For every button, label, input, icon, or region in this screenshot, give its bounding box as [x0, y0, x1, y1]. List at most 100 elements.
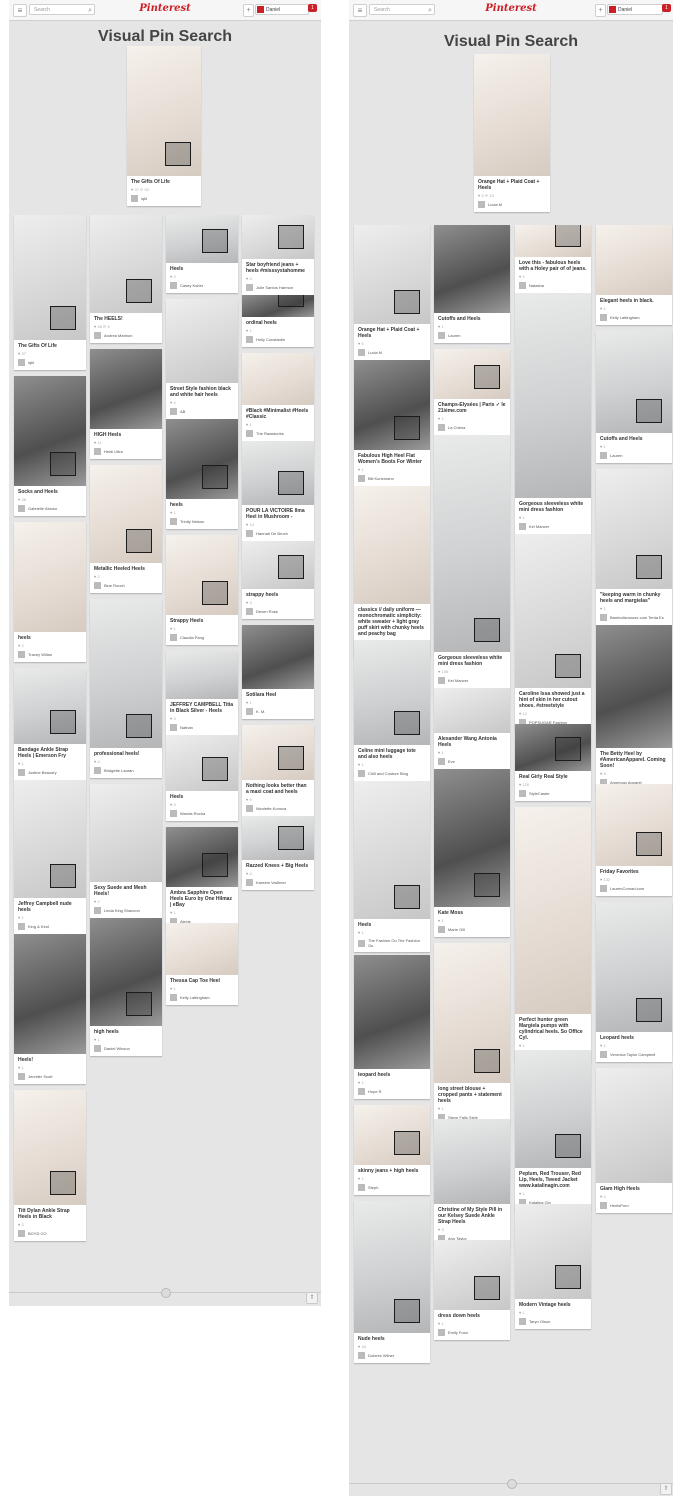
pin-card[interactable]: Strappy Heels ♥ 1 Claudia Pang	[166, 535, 238, 645]
pinner-attribution[interactable]: Deven Rose	[246, 608, 310, 615]
pin-card[interactable]: dress down heels ♥ 1 Emily Foxa	[434, 1240, 510, 1340]
pinner-name[interactable]: K. M.	[256, 709, 265, 714]
pinner-avatar[interactable]	[246, 284, 253, 291]
pinner-avatar[interactable]	[94, 907, 101, 914]
pinner-avatar[interactable]	[18, 359, 25, 366]
pinner-name[interactable]: Gabrielle Alonso	[28, 506, 57, 511]
pin-card[interactable]: Sotilara Heel ♥ 1 K. M.	[242, 625, 314, 719]
notification-badge[interactable]: 1	[308, 4, 317, 12]
pinner-name[interactable]: King & Kind	[28, 924, 49, 929]
pin-image[interactable]	[166, 735, 238, 791]
pinner-attribution[interactable]: Claudia Pang	[170, 634, 234, 641]
pinner-avatar[interactable]	[358, 939, 365, 947]
pinner-avatar[interactable]	[438, 758, 445, 765]
pinner-name[interactable]: Trinity Nelson	[180, 519, 204, 524]
pinner-avatar[interactable]	[170, 810, 177, 817]
pin-image[interactable]	[14, 934, 86, 1054]
pinner-name[interactable]: Emily Foxa	[448, 1330, 468, 1335]
pin-card[interactable]: Jeffrey Campbell nude heels ♥ 1 King & Kin…	[14, 780, 86, 934]
pin-image[interactable]	[166, 651, 238, 699]
pinner-avatar[interactable]	[94, 767, 101, 774]
notification-badge[interactable]: 1	[662, 4, 671, 12]
pin-card[interactable]: Heels ♥ 3 Wanda Rocha	[166, 735, 238, 821]
pin-card[interactable]: Gorgeous sleeveless white mini dress fas…	[515, 293, 591, 534]
pin-card[interactable]: Elegant heels in black. ♥ 1 Kelly Lattingh…	[596, 225, 672, 325]
pin-card[interactable]: Peplum, Red Trouser, Red Lip, Heels, Twe…	[515, 1050, 591, 1210]
pinner-attribution[interactable]: Bridgette Lauran	[94, 767, 158, 774]
pin-image[interactable]	[354, 1201, 430, 1333]
pinner-name[interactable]: Justine Beaudry	[28, 770, 57, 775]
pin-image[interactable]	[242, 441, 314, 505]
pinner-attribution[interactable]: Gabrielle Alonso	[18, 505, 82, 512]
pinner-avatar[interactable]	[18, 1230, 25, 1237]
pin-image[interactable]	[515, 1050, 591, 1168]
pin-image[interactable]	[434, 225, 510, 313]
pin-card[interactable]: heels ♥ 2 Tracey Willan	[14, 522, 86, 662]
pin-image[interactable]	[596, 225, 672, 295]
menu-icon[interactable]: ≡	[353, 4, 367, 17]
pinner-avatar[interactable]	[131, 195, 138, 202]
pin-card[interactable]: The Betty Heel by #AmericanApparel. Comi…	[596, 625, 672, 790]
pinner-avatar[interactable]	[170, 282, 177, 289]
pin-card[interactable]: strappy heels ♥ 3 Deven Rose	[242, 541, 314, 619]
pinner-avatar[interactable]	[438, 1329, 445, 1336]
pin-image[interactable]	[434, 349, 510, 399]
pinner-avatar[interactable]	[358, 1352, 365, 1359]
pinner-attribution[interactable]: Wanda Rocha	[170, 810, 234, 817]
pinner-avatar[interactable]	[94, 448, 101, 455]
pinner-name[interactable]: Tracey Willan	[28, 652, 52, 657]
pin-image[interactable]	[242, 541, 314, 589]
pinner-name[interactable]: Casey Kober	[180, 283, 203, 288]
pin-card[interactable]: Heels ♥ 1 The Fashion Ou The Fashion Ou	[354, 781, 430, 952]
pinner-avatar[interactable]	[246, 430, 253, 437]
pin-card[interactable]: Cutoffs and Heels ♥ 1 Lauren	[434, 225, 510, 343]
pinner-name[interactable]: Heidi Ultra	[104, 449, 123, 454]
pin-card[interactable]: "keeping warm in chunky heels and margie…	[596, 469, 672, 625]
pin-image[interactable]	[166, 419, 238, 499]
pin-card[interactable]: POUR LA VICTOIRE Ilma Heel in Mushroom -…	[242, 441, 314, 541]
pinner-name[interactable]: Kelly Lattingham	[180, 995, 210, 1000]
pin-image[interactable]	[596, 331, 672, 433]
pinner-avatar[interactable]	[478, 201, 485, 208]
pin-card[interactable]: Nude heels ♥ 44 Dolores Wilner	[354, 1201, 430, 1363]
pinner-name[interactable]: Linda King Shavnon	[104, 908, 140, 913]
pinner-avatar[interactable]	[358, 770, 365, 777]
pinner-attribution[interactable]: Nicolette Konova	[246, 805, 310, 812]
pinner-name[interactable]: Nathan	[180, 725, 193, 730]
pin-card[interactable]: Thessa Cap Toe Heel ♥ 1 Kelly Lattingham	[166, 923, 238, 1005]
pinner-attribution[interactable]: Taryn Olson	[519, 1318, 587, 1325]
pinner-avatar[interactable]	[18, 769, 25, 776]
pinner-name[interactable]: The Rawstories	[256, 431, 284, 436]
pinner-name[interactable]: Lucia M	[368, 350, 382, 355]
pinner-avatar[interactable]	[170, 408, 177, 415]
pinner-attribution[interactable]: Casey Kober	[170, 282, 234, 289]
pin-image[interactable]	[515, 534, 591, 688]
pin-card[interactable]: Friday Favorites ♥ 132 LaurenConrad.com	[596, 784, 672, 896]
pinner-attribution[interactable]: BOYD.CO	[18, 1230, 82, 1237]
pin-card[interactable]: Razzed Knees + Big Heels ♥ 4 Kareem Vadhne…	[242, 816, 314, 890]
pin-card[interactable]: Orange Hat + Plaid Coat + Heels ♥ 5 ⟳ 13 L…	[474, 54, 550, 212]
pinner-name[interactable]: Natasha	[529, 283, 544, 288]
pin-image[interactable]	[434, 435, 510, 652]
pin-image[interactable]	[166, 535, 238, 615]
pin-card[interactable]: ordinal heels ♥ 1 Holly Constantin	[242, 295, 314, 347]
pinner-name[interactable]: Kareem Vadhner	[256, 880, 286, 885]
pinner-name[interactable]: Holly Constantin	[256, 337, 285, 342]
pinner-attribution[interactable]: Kelly Lattingham	[600, 314, 668, 321]
pin-image[interactable]	[14, 780, 86, 898]
pin-image[interactable]	[166, 215, 238, 263]
pin-image[interactable]	[354, 486, 430, 604]
pin-card[interactable]: Gorgeous sleeveless white mini dress fas…	[434, 435, 510, 688]
search-icon[interactable]: ⌕	[88, 5, 92, 16]
pinner-attribution[interactable]: HeelsPorn	[600, 1202, 668, 1209]
pinner-attribution[interactable]: Holly Constantin	[246, 336, 310, 343]
pin-image[interactable]	[90, 918, 162, 1026]
pinner-name[interactable]: iqbl	[141, 196, 147, 201]
pinner-name[interactable]: Dolores Wilner	[368, 1353, 394, 1358]
pin-image[interactable]	[515, 225, 591, 257]
pin-image[interactable]	[90, 784, 162, 882]
pinner-avatar[interactable]	[438, 926, 445, 933]
pinner-avatar[interactable]	[358, 1088, 365, 1095]
pin-card[interactable]: high heels ♥ 1 Daniel Winson	[90, 918, 162, 1056]
pin-card[interactable]: Titt Dylan Ankle Strap Heels in Black ♥ 3…	[14, 1090, 86, 1241]
